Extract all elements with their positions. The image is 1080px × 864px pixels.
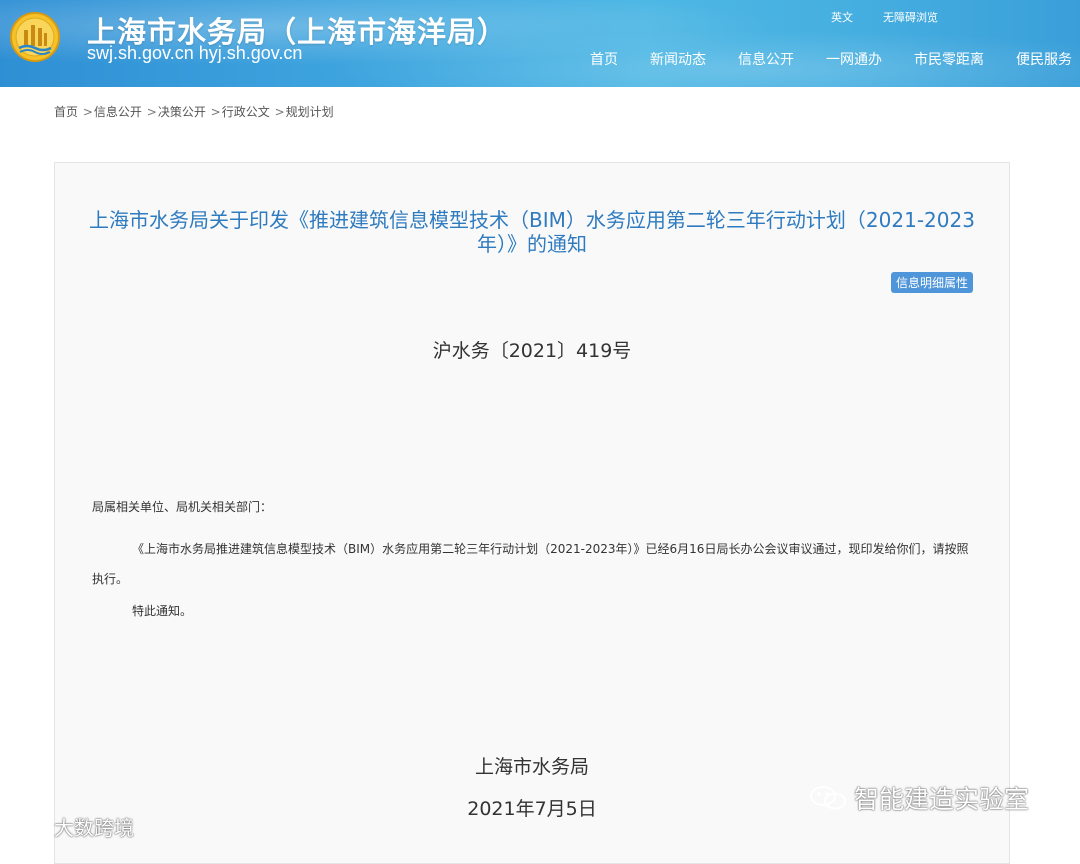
document-signature: 上海市水务局 (474, 756, 589, 778)
chat-bubble-icon (10, 817, 50, 839)
watermark-left-text: 大数跨境 (54, 816, 134, 840)
nav-citizen[interactable]: 市民零距离 (914, 49, 984, 69)
breadcrumb-separator: > (82, 105, 93, 119)
nav-info-disclosure[interactable]: 信息公开 (738, 49, 794, 69)
info-details-button[interactable]: 信息明细属性 (890, 272, 973, 293)
watermark-right: 智能建造实验室 (808, 780, 1029, 816)
nav-home[interactable]: 首页 (590, 49, 618, 69)
document-addressee: 局属相关单位、局机关相关部门： (92, 500, 273, 514)
top-link-accessibility[interactable]: 无障碍浏览 (883, 9, 938, 25)
document-closing: 特此通知。 (132, 604, 193, 618)
document-body: 《上海市水务局推进建筑信息模型技术（BIM）水务应用第二轮三年行动计划（2021… (92, 542, 969, 586)
breadcrumb-info-disclosure[interactable]: 信息公开 (94, 105, 142, 119)
nav-one-stop-service[interactable]: 一网通办 (826, 49, 882, 69)
wechat-icon (810, 786, 846, 810)
top-link-english[interactable]: 英文 (831, 9, 853, 25)
watermark-right-text: 智能建造实验室 (854, 785, 1030, 814)
top-links: 英文 无障碍浏览 (831, 9, 938, 25)
breadcrumb-separator: > (210, 105, 221, 119)
site-domains: swj.sh.gov.cn hyj.sh.gov.cn (87, 43, 303, 63)
document-title: 上海市水务局关于印发《推进建筑信息模型技术（BIM）水务应用第二轮三年行动计划（… (89, 208, 975, 256)
site-header: 上海市水务局（上海市海洋局） swj.sh.gov.cn hyj.sh.gov.… (0, 0, 1080, 87)
emblem-logo[interactable] (10, 12, 60, 62)
document-panel: 上海市水务局关于印发《推进建筑信息模型技术（BIM）水务应用第二轮三年行动计划（… (54, 162, 1010, 864)
breadcrumb-separator: > (146, 105, 157, 119)
main-nav: 首页 新闻动态 信息公开 一网通办 市民零距离 便民服务 (590, 49, 1072, 69)
nav-convenience-services[interactable]: 便民服务 (1016, 49, 1072, 69)
breadcrumb-home[interactable]: 首页 (54, 105, 78, 119)
breadcrumb-planning[interactable]: 规划计划 (286, 105, 334, 119)
breadcrumb: 首页 >信息公开 >决策公开 >行政公文 >规划计划 (54, 103, 334, 120)
watermark-left: 大数跨境 (8, 812, 134, 841)
breadcrumb-separator: > (274, 105, 285, 119)
document-number: 沪水务〔2021〕419号 (432, 340, 632, 362)
nav-news[interactable]: 新闻动态 (650, 49, 706, 69)
breadcrumb-official-documents[interactable]: 行政公文 (222, 105, 270, 119)
breadcrumb-decision-disclosure[interactable]: 决策公开 (158, 105, 206, 119)
